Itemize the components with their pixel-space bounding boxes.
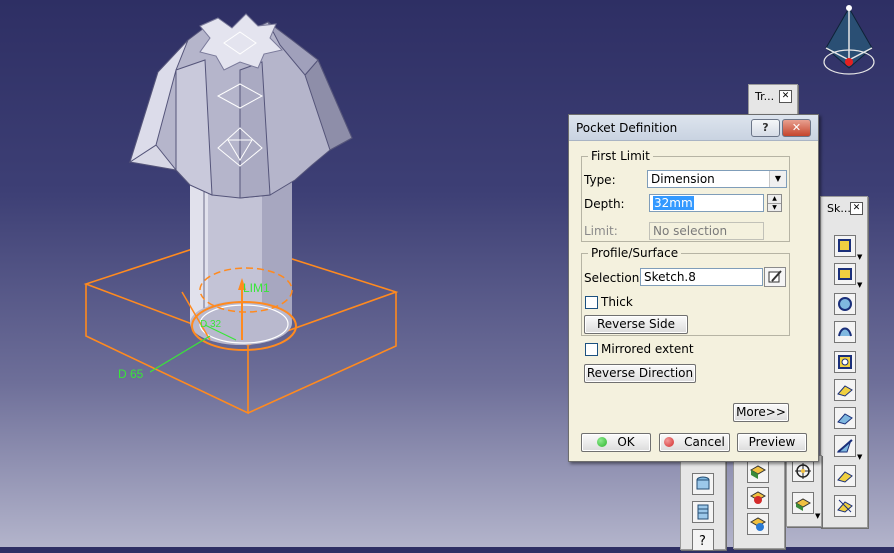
selection-label: Selection: (584, 271, 644, 285)
limit-input: No selection (649, 222, 764, 240)
type-dropdown[interactable]: Dimension ▼ (647, 170, 787, 188)
reverse-direction-button[interactable]: Reverse Direction (584, 364, 696, 383)
chevron-down-icon[interactable]: ▼ (857, 253, 862, 261)
rib-icon[interactable] (747, 513, 769, 535)
reference-elements-toolbar[interactable]: ▼ (786, 455, 822, 527)
depth-input[interactable]: 32mm (649, 194, 764, 212)
line-icon[interactable] (834, 379, 856, 401)
type-label: Type: (584, 173, 616, 187)
based-features-toolbar[interactable] (733, 448, 785, 549)
d65-annotation: D 65 (118, 367, 144, 381)
cancel-dot-icon (664, 437, 675, 447)
ok-button-label: OK (617, 435, 635, 449)
chevron-down-icon[interactable]: ▼ (857, 453, 862, 461)
hole-icon[interactable] (692, 473, 714, 495)
mirrored-extent-checkbox[interactable] (585, 343, 598, 356)
thread-icon[interactable] (692, 501, 714, 523)
sketcher-toolbar[interactable]: Sk... ✕ ▼ ▼ ▼ (820, 196, 868, 528)
ok-button[interactable]: OK (581, 433, 651, 452)
sketch-edit-button[interactable] (764, 267, 786, 287)
spin-up-icon[interactable]: ▲ (768, 195, 781, 204)
selection-input-value: Sketch.8 (644, 270, 696, 284)
mirrored-extent-label: Mirrored extent (601, 342, 694, 356)
transformation-toolbar-titlebar[interactable]: Tr... ✕ (749, 85, 797, 107)
thick-label: Thick (601, 295, 633, 309)
target-icon[interactable] (792, 460, 814, 482)
pocket-definition-dialog[interactable]: Pocket Definition ? ✕ First Limit Type: … (568, 114, 819, 462)
chevron-down-icon[interactable]: ▼ (857, 281, 862, 289)
sketcher-toolbar-titlebar[interactable]: Sk... ✕ (821, 197, 867, 219)
close-icon[interactable]: ✕ (779, 90, 792, 103)
compass-icon[interactable] (823, 5, 875, 75)
point-icon[interactable] (834, 435, 856, 457)
close-button[interactable]: ✕ (782, 119, 811, 137)
constraint-icon[interactable] (834, 465, 856, 487)
cancel-button-label: Cancel (684, 435, 725, 449)
spin-down-icon[interactable]: ▼ (768, 204, 781, 212)
reverse-side-button[interactable]: Reverse Side (584, 315, 688, 334)
selection-input[interactable]: Sketch.8 (640, 268, 763, 286)
close-icon[interactable]: ✕ (850, 202, 863, 215)
profile-surface-legend: Profile/Surface (591, 246, 679, 260)
limit-annotation: LIM1 (243, 281, 270, 295)
help-icon[interactable]: ? (692, 529, 714, 551)
dialog-titlebar[interactable]: Pocket Definition ? ✕ (569, 115, 818, 141)
chevron-down-icon[interactable]: ▼ (815, 512, 820, 520)
transformation-toolbar[interactable]: Tr... ✕ (748, 84, 798, 116)
dialog-title: Pocket Definition (576, 121, 678, 135)
more-button[interactable]: More>> (733, 403, 789, 422)
cancel-button[interactable]: Cancel (659, 433, 730, 452)
type-dropdown-value: Dimension (651, 172, 715, 186)
pencil-icon (768, 270, 782, 283)
thick-checkbox[interactable] (585, 296, 598, 309)
ok-dot-icon (597, 437, 608, 447)
spline-icon[interactable] (834, 321, 856, 343)
profile-icon[interactable] (834, 235, 856, 257)
depth-input-value: 32mm (653, 196, 694, 210)
dress-up-toolbar[interactable]: ? (680, 456, 726, 551)
operation-icon[interactable] (834, 495, 856, 517)
limit-label: Limit: (584, 224, 618, 238)
circle-icon[interactable] (834, 293, 856, 315)
help-button[interactable]: ? (751, 119, 780, 137)
body-icon[interactable] (792, 492, 814, 514)
sketcher-toolbar-title: Sk... (827, 202, 851, 215)
transformation-toolbar-title: Tr... (755, 90, 775, 103)
pad-icon[interactable] (747, 461, 769, 483)
first-limit-legend: First Limit (591, 149, 650, 163)
depth-annotation: D 32 (200, 319, 222, 330)
shaft-icon[interactable] (747, 487, 769, 509)
preview-button[interactable]: Preview (737, 433, 807, 452)
axis-icon[interactable] (834, 407, 856, 429)
depth-label: Depth: (584, 197, 625, 211)
conic-icon[interactable] (834, 351, 856, 373)
chevron-down-icon[interactable]: ▼ (769, 171, 786, 187)
depth-spinner[interactable]: ▲ ▼ (767, 194, 782, 212)
gear-head (128, 13, 353, 199)
rectangle-icon[interactable] (834, 263, 856, 285)
limit-input-value: No selection (653, 224, 728, 238)
